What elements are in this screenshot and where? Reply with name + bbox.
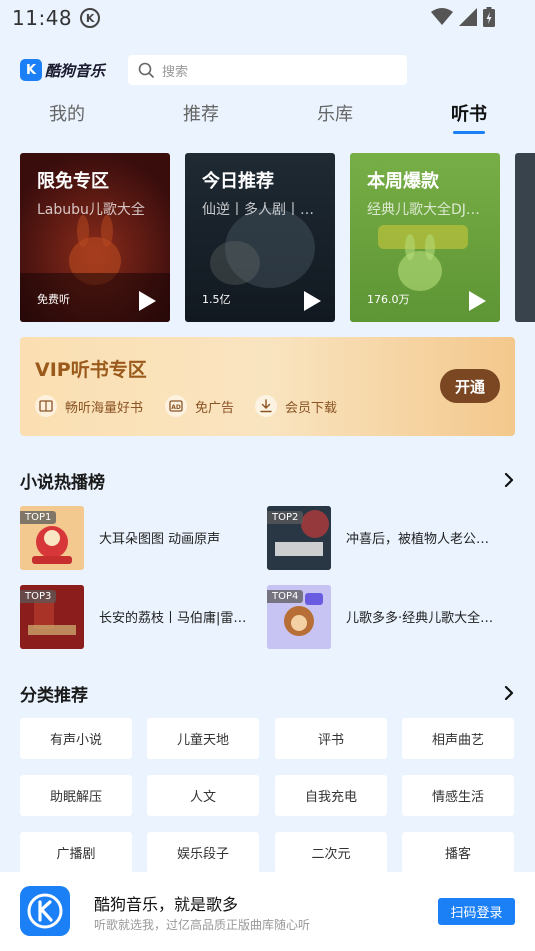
vip-feature-no-ads: AD 免广告 [165, 395, 234, 417]
download-icon [255, 395, 277, 417]
chevron-right-icon[interactable] [503, 472, 515, 488]
rank-badge: TOP1 [20, 510, 57, 524]
rank-cover: TOP2 [267, 505, 331, 570]
play-icon[interactable] [466, 290, 488, 312]
play-icon[interactable] [136, 290, 158, 312]
top-bar: K 酷狗音乐 搜索 [20, 55, 407, 85]
ranking-header[interactable]: 小说热播榜 [20, 468, 515, 493]
tab-audiobooks-label: 听书 [451, 104, 487, 125]
card-subtitle: Labubu儿歌大全 [37, 202, 145, 218]
book-icon [35, 395, 57, 417]
category-podcast[interactable]: 播客 [402, 832, 514, 873]
vip-banner[interactable]: VIP听书专区 畅听海量好书 AD 免广告 会员下载 开通 [20, 337, 515, 436]
ranking-item[interactable]: TOP1 大耳朵图图 动画原声 [20, 505, 260, 570]
tab-audiobooks[interactable]: 听书 [439, 100, 499, 134]
kugou-status-icon: K [80, 8, 101, 28]
status-time: 11:48 [12, 6, 73, 30]
ranking-item[interactable]: TOP3 长安的荔枝丨马伯庸|雷佳… [20, 584, 260, 649]
kugou-logo[interactable]: K 酷狗音乐 [20, 59, 128, 81]
card-subtitle: 仙逆丨多人剧丨曲… [202, 202, 327, 218]
category-anime[interactable]: 二次元 [275, 832, 387, 873]
card-title: 本周爆款 [367, 171, 439, 192]
category-humanities[interactable]: 人文 [147, 775, 259, 816]
vip-feature-label: 畅听海量好书 [65, 400, 144, 416]
tab-library[interactable]: 乐库 [305, 100, 365, 126]
main-tabs: 我的 推荐 乐库 听书 [0, 100, 535, 140]
rank-cover: TOP4 [267, 584, 331, 649]
vip-title: VIP听书专区 [35, 359, 147, 381]
card-subtitle: 经典儿歌大全DJ版… [367, 202, 492, 218]
category-sleep[interactable]: 助眠解压 [20, 775, 132, 816]
login-banner-subtitle: 听歌就选我，过亿高品质正版曲库随心听 [94, 918, 311, 932]
card-stat: 免费听 [37, 293, 70, 306]
rank-cover: TOP1 [20, 505, 84, 570]
svg-text:AD: AD [171, 404, 181, 411]
vip-activate-button[interactable]: 开通 [440, 369, 500, 403]
rank-cover: TOP3 [20, 584, 84, 649]
section-title: 小说热播榜 [20, 472, 105, 493]
card-next-partial[interactable] [515, 153, 535, 322]
ad-icon: AD [165, 395, 187, 417]
rank-title: 大耳朵图图 动画原声 [99, 532, 221, 547]
category-storytelling[interactable]: 评书 [275, 718, 387, 759]
rank-title: 儿歌多多·经典儿歌大全丨… [346, 611, 501, 626]
rank-badge: TOP2 [267, 510, 304, 524]
logo-text: 酷狗音乐 [45, 61, 106, 80]
card-title: 限免专区 [37, 171, 109, 192]
search-icon [138, 62, 154, 78]
vip-feature-label: 免广告 [195, 400, 235, 416]
tab-mine[interactable]: 我的 [37, 100, 97, 126]
vip-feature-download: 会员下载 [255, 395, 337, 417]
status-bar: 11:48 K [0, 0, 535, 36]
rank-title: 长安的荔枝丨马伯庸|雷佳… [99, 611, 254, 626]
category-self-improvement[interactable]: 自我充电 [275, 775, 387, 816]
category-emotional-life[interactable]: 情感生活 [402, 775, 514, 816]
scan-login-button[interactable]: 扫码登录 [438, 898, 515, 925]
tab-recommend[interactable]: 推荐 [171, 100, 231, 126]
search-input[interactable]: 搜索 [128, 55, 407, 85]
rank-title: 冲喜后，被植物人老公夜… [346, 532, 501, 547]
category-jokes[interactable]: 娱乐段子 [147, 832, 259, 873]
search-placeholder: 搜索 [162, 64, 189, 80]
category-crosstalk[interactable]: 相声曲艺 [402, 718, 514, 759]
card-daily-recommend[interactable]: 今日推荐 仙逆丨多人剧丨曲… 1.5亿 [185, 153, 335, 322]
active-tab-indicator [453, 131, 485, 134]
ranking-item[interactable]: TOP4 儿歌多多·经典儿歌大全丨… [267, 584, 507, 649]
vip-feature-label: 会员下载 [285, 400, 338, 416]
kugou-app-icon [20, 886, 70, 936]
vip-feature-listen: 畅听海量好书 [35, 395, 143, 417]
kugou-logo-icon: K [20, 59, 42, 81]
categories-header[interactable]: 分类推荐 [20, 681, 515, 706]
rank-badge: TOP4 [267, 589, 304, 603]
battery-icon [483, 7, 495, 27]
card-stat: 176.0万 [367, 293, 410, 306]
signal-icon [459, 8, 477, 26]
card-stat: 1.5亿 [202, 293, 231, 306]
section-title: 分类推荐 [20, 685, 88, 706]
feature-cards: 限免专区 Labubu儿歌大全 免费听 今日推荐 仙逆丨多人剧丨曲… 1.5亿 … [20, 153, 535, 323]
rank-badge: TOP3 [20, 589, 57, 603]
login-banner: 酷狗音乐，就是歌多 听歌就选我，过亿高品质正版曲库随心听 扫码登录 [0, 872, 535, 951]
card-title: 今日推荐 [202, 171, 274, 192]
wifi-icon [431, 8, 453, 25]
category-radio-drama[interactable]: 广播剧 [20, 832, 132, 873]
ranking-item[interactable]: TOP2 冲喜后，被植物人老公夜… [267, 505, 507, 570]
login-banner-title: 酷狗音乐，就是歌多 [94, 895, 239, 914]
chevron-right-icon[interactable] [503, 685, 515, 701]
category-kids[interactable]: 儿童天地 [147, 718, 259, 759]
category-audio-novel[interactable]: 有声小说 [20, 718, 132, 759]
card-free-zone[interactable]: 限免专区 Labubu儿歌大全 免费听 [20, 153, 170, 322]
status-icons [431, 7, 495, 27]
play-icon[interactable] [301, 290, 323, 312]
card-weekly-hits[interactable]: 本周爆款 经典儿歌大全DJ版… 176.0万 [350, 153, 500, 322]
